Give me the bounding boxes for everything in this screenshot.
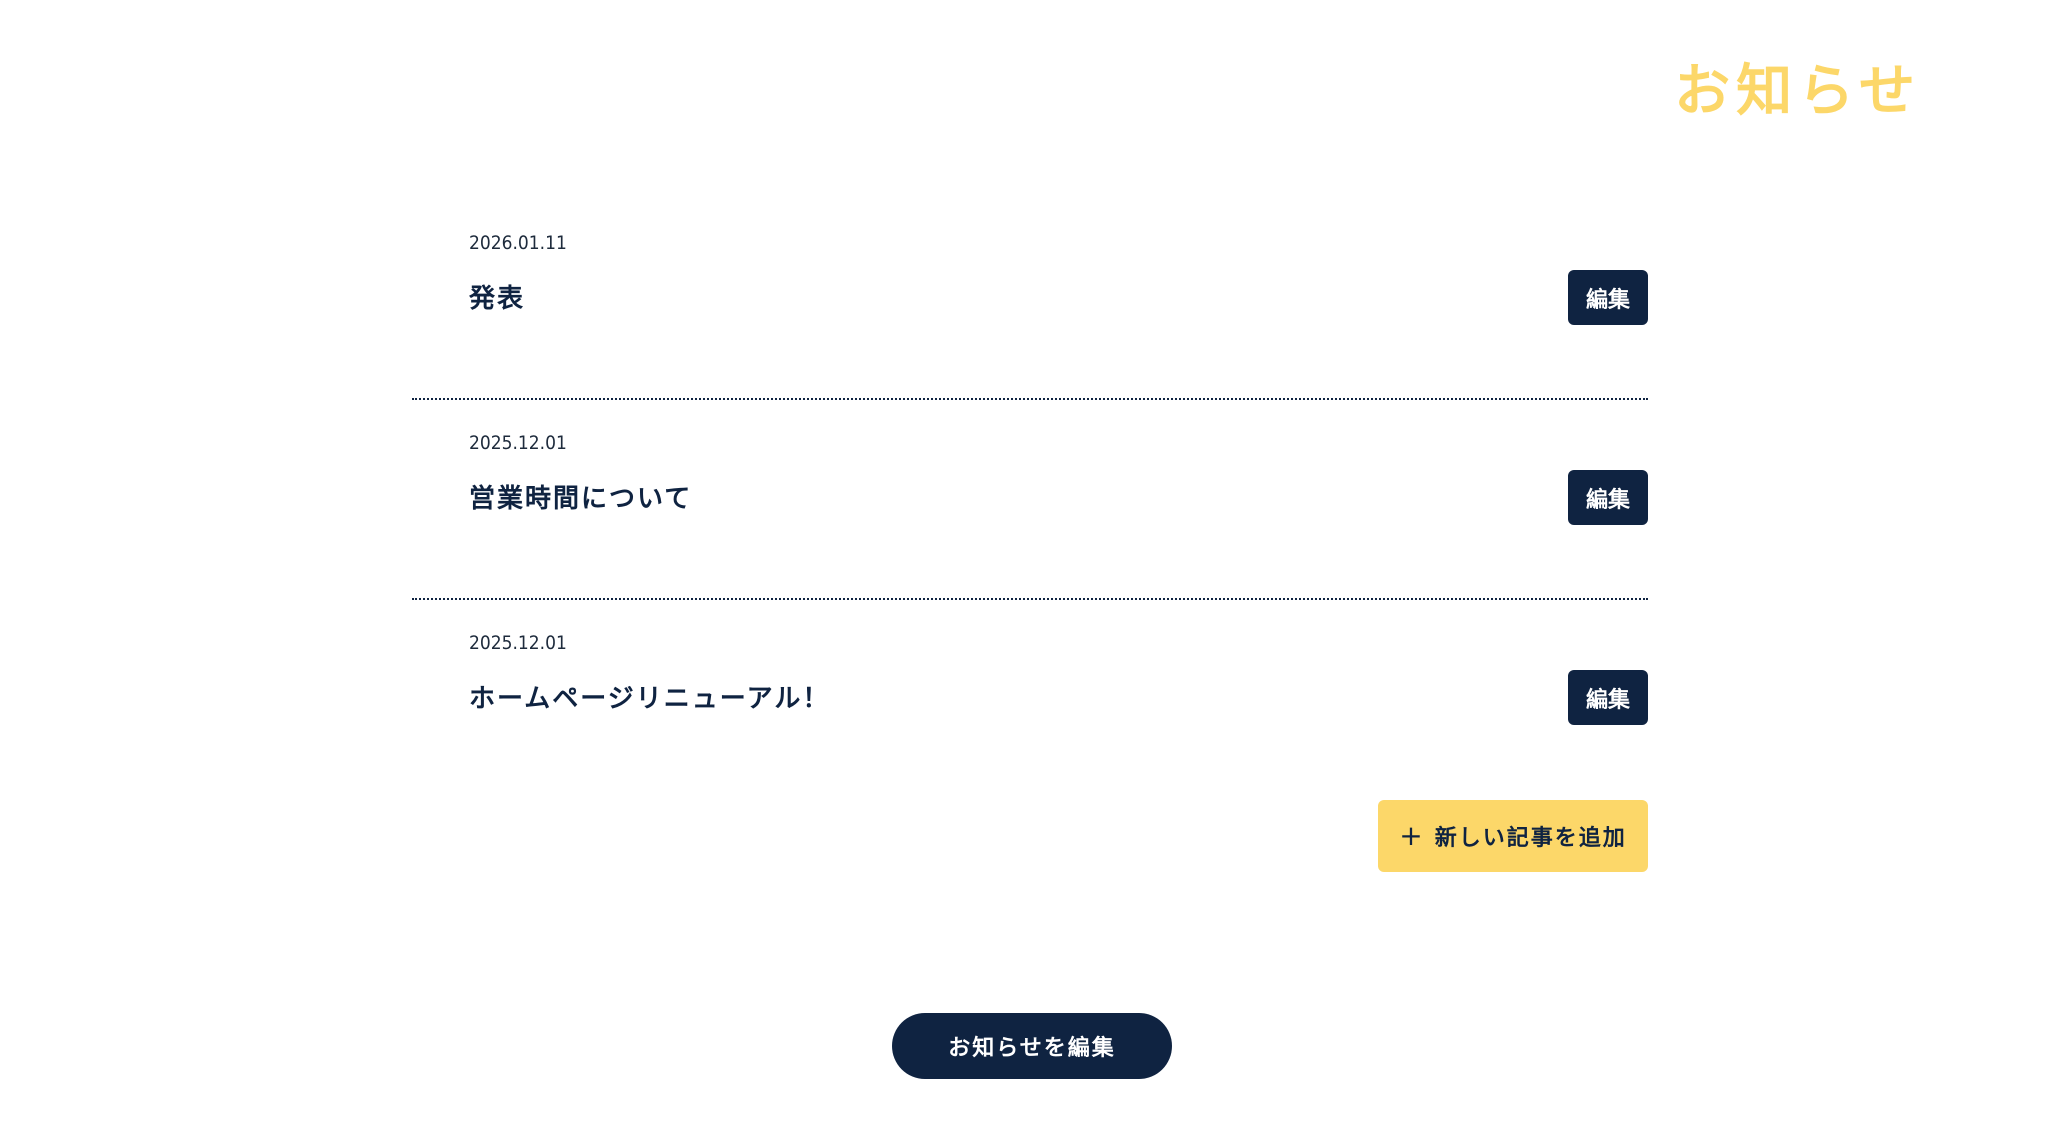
add-article-button[interactable]: + 新しい記事を追加: [1378, 800, 1648, 872]
news-title[interactable]: 営業時間について: [469, 478, 692, 515]
news-date: 2025.12.01: [469, 432, 567, 454]
plus-icon: +: [1399, 819, 1425, 852]
news-item: 2026.01.11 発表 編集: [412, 200, 1648, 400]
news-item: 2025.12.01 営業時間について 編集: [412, 400, 1648, 600]
add-article-label: 新しい記事を追加: [1434, 826, 1627, 851]
news-list: 2026.01.11 発表 編集 2025.12.01 営業時間について 編集 …: [412, 200, 1648, 800]
edit-button[interactable]: 編集: [1568, 270, 1648, 325]
edit-button[interactable]: 編集: [1568, 670, 1648, 725]
edit-button[interactable]: 編集: [1568, 470, 1648, 525]
news-date: 2026.01.11: [469, 232, 567, 254]
page-title: お知らせ: [1674, 59, 1921, 124]
edit-news-button[interactable]: お知らせを編集: [892, 1013, 1172, 1079]
news-title[interactable]: 発表: [469, 278, 525, 315]
news-date: 2025.12.01: [469, 632, 567, 654]
news-title[interactable]: ホームページリニューアル！: [469, 678, 830, 715]
news-item: 2025.12.01 ホームページリニューアル！ 編集: [412, 600, 1648, 800]
